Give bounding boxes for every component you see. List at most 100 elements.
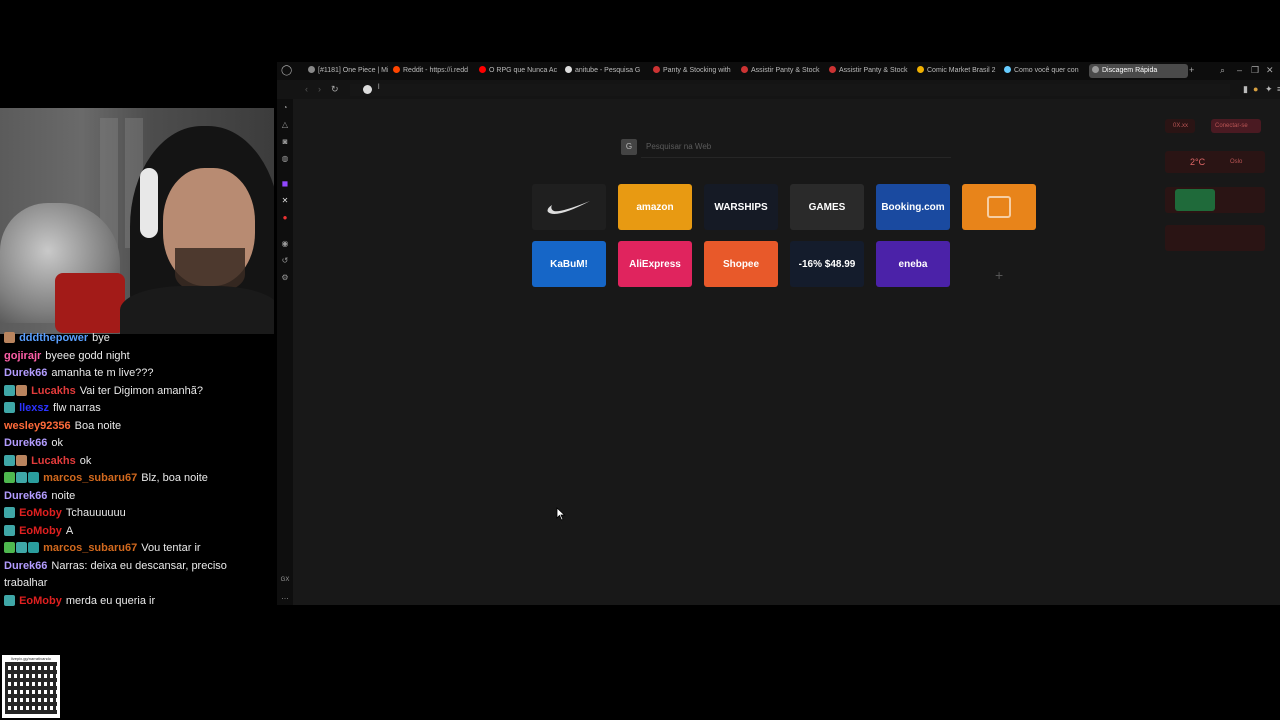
speed-dial-label: -16% $48.99	[798, 258, 856, 270]
speed-dial-orange-tile[interactable]	[962, 184, 1036, 230]
speed-dial-warships[interactable]: WARSHIPS	[704, 184, 778, 230]
speed-dial-booking[interactable]: Booking.com	[876, 184, 950, 230]
chat-username[interactable]: marcos_subaru67	[43, 542, 137, 554]
chat-text: merda eu queria ir	[65, 594, 156, 607]
chat-message: EoMoby A	[0, 523, 274, 541]
chat-text: flw narras	[53, 402, 101, 414]
sub-badge-icon	[4, 384, 15, 396]
green-badge-icon	[4, 542, 15, 553]
browser-tab[interactable]: Panty & Stocking with	[650, 64, 733, 78]
news-widget-2	[1165, 225, 1265, 251]
tab-label: Assistir Panty & Stock	[839, 67, 908, 74]
browser-tab[interactable]: Reddit - https://i.redd	[390, 64, 473, 78]
chat-username[interactable]: EoMoby	[19, 507, 62, 519]
web-search[interactable]: G Pesquisar na Web	[621, 139, 951, 158]
tab-favicon-icon	[917, 66, 924, 73]
aria-icon[interactable]: △	[280, 120, 290, 130]
gx-control-icon[interactable]: GX	[280, 575, 290, 585]
search-placeholder[interactable]: Pesquisar na Web	[646, 142, 711, 151]
tab-favicon-icon	[741, 66, 748, 73]
reload-panel-icon[interactable]: ↺	[280, 256, 290, 266]
chat-username[interactable]: Durek66	[4, 490, 47, 502]
qr-pattern	[5, 662, 57, 714]
chat-message: Durek66 amanha te m live???	[0, 365, 274, 383]
tab-favicon-icon	[565, 66, 572, 73]
browser-tab[interactable]: Assistir Panty & Stock	[738, 64, 821, 78]
sub-badge-icon	[4, 507, 15, 518]
browser-tab[interactable]: Assistir Panty & Stock	[826, 64, 909, 78]
address-bar: ‹ › ↻ l ▮ ● ✦ ≡	[293, 81, 1280, 99]
speed-dial-eneba[interactable]: eneba	[876, 241, 950, 287]
weather-widget	[1165, 151, 1265, 173]
minimize-button[interactable]: –	[1237, 65, 1242, 75]
browser-tab[interactable]: Como você quer con	[1001, 64, 1084, 78]
speed-dial-label: eneba	[898, 258, 928, 270]
chat-text: Tchauuuuuu	[65, 507, 126, 519]
speed-dial-shopee[interactable]: Shopee	[704, 241, 778, 287]
twitch-icon[interactable]: ◼	[280, 179, 290, 189]
chat-text: byeee godd night	[45, 349, 130, 362]
browser-tab[interactable]: O RPG que Nunca Ac	[476, 64, 559, 78]
speed-dial-amazon[interactable]: amazon	[618, 184, 692, 230]
maximize-button[interactable]: ❐	[1251, 65, 1259, 76]
history-icon[interactable]: ◔	[280, 103, 290, 113]
chat-username[interactable]: wesley92356	[4, 420, 71, 432]
chat-text: Vai ter Digimon amanhã?	[79, 384, 204, 397]
browser-window: ◯ [#1181] One Piece | Mi Reddit - https:/…	[277, 62, 1280, 605]
weather-city: Oslo	[1230, 159, 1243, 165]
new-tab-button[interactable]: +	[1189, 65, 1194, 75]
extensions-icon[interactable]: ✦	[1265, 84, 1273, 95]
close-button[interactable]: ✕	[1266, 65, 1274, 76]
forward-icon[interactable]: ›	[318, 84, 321, 94]
opera-logo-icon[interactable]: ◯	[281, 65, 292, 76]
speed-dial-aliexpress[interactable]: AliExpress	[618, 241, 692, 287]
browser-tab[interactable]: Discagem Rápida	[1089, 64, 1188, 78]
speed-dial-game-deal[interactable]: -16% $48.99	[790, 241, 864, 287]
chat-username[interactable]: dddthepower	[19, 332, 88, 344]
snapshot-icon[interactable]: ▮	[1243, 84, 1248, 95]
browser-tab[interactable]: Comic Market Brasil 2	[914, 64, 997, 78]
chat-username[interactable]: marcos_subaru67	[43, 472, 137, 484]
url-field[interactable]	[350, 84, 1230, 96]
chat-username[interactable]: EoMoby	[19, 525, 62, 537]
more-icon[interactable]: …	[280, 592, 290, 602]
messenger-icon[interactable]: ◙	[280, 137, 290, 147]
tab-label: Comic Market Brasil 2	[927, 67, 996, 74]
speed-dial-label: Booking.com	[881, 201, 945, 213]
chat-username[interactable]: EoMoby	[19, 595, 62, 607]
discord-icon[interactable]: ●	[280, 213, 290, 223]
streamer-shirt	[120, 286, 274, 334]
chat-username[interactable]: Lucakhs	[31, 455, 76, 467]
chat-message: Lucakhs ok	[0, 453, 274, 471]
chat-message: wesley92356 Boa noite	[0, 418, 274, 436]
chat-username[interactable]: gojirajr	[4, 350, 41, 362]
speed-dial-gx-games[interactable]: GAMES	[790, 184, 864, 230]
wallet-icon[interactable]: ●	[1253, 84, 1258, 94]
sub-badge-icon	[16, 542, 27, 553]
back-icon[interactable]: ‹	[305, 84, 308, 94]
chat-message: EoMoby Tchauuuuuu	[0, 505, 274, 523]
chat-username[interactable]: Lucakhs	[31, 385, 76, 397]
sub-badge-icon	[16, 472, 27, 483]
x-icon[interactable]: ✕	[280, 196, 290, 206]
webcam-feed	[0, 108, 274, 334]
settings-gear-icon[interactable]: ⚙	[280, 273, 290, 283]
chat-username[interactable]: Durek66	[4, 437, 47, 449]
whatsapp-icon[interactable]: ◍	[280, 154, 290, 164]
news-thumb	[1175, 189, 1215, 211]
url-text[interactable]: l	[378, 84, 380, 91]
chat-username[interactable]: llexsz	[19, 402, 49, 414]
add-speed-dial-button[interactable]: +	[995, 267, 1003, 283]
player-icon[interactable]: ◉	[280, 239, 290, 249]
chat-username[interactable]: Durek66	[4, 367, 47, 379]
chat-username[interactable]: Durek66	[4, 560, 47, 572]
speed-dial-kabum[interactable]: KaBuM!	[532, 241, 606, 287]
speed-dial-nike-swoosh[interactable]	[532, 184, 606, 230]
speed-dial-label: AliExpress	[629, 258, 681, 270]
reload-icon[interactable]: ↻	[331, 84, 339, 95]
prime-badge-icon	[28, 542, 39, 553]
browser-tab[interactable]: anitube - Pesquisa G	[562, 64, 645, 78]
search-tabs-icon[interactable]: ⌕	[1220, 65, 1225, 76]
app-logo-icon	[987, 196, 1011, 218]
browser-tab[interactable]: [#1181] One Piece | Mi	[305, 64, 388, 78]
